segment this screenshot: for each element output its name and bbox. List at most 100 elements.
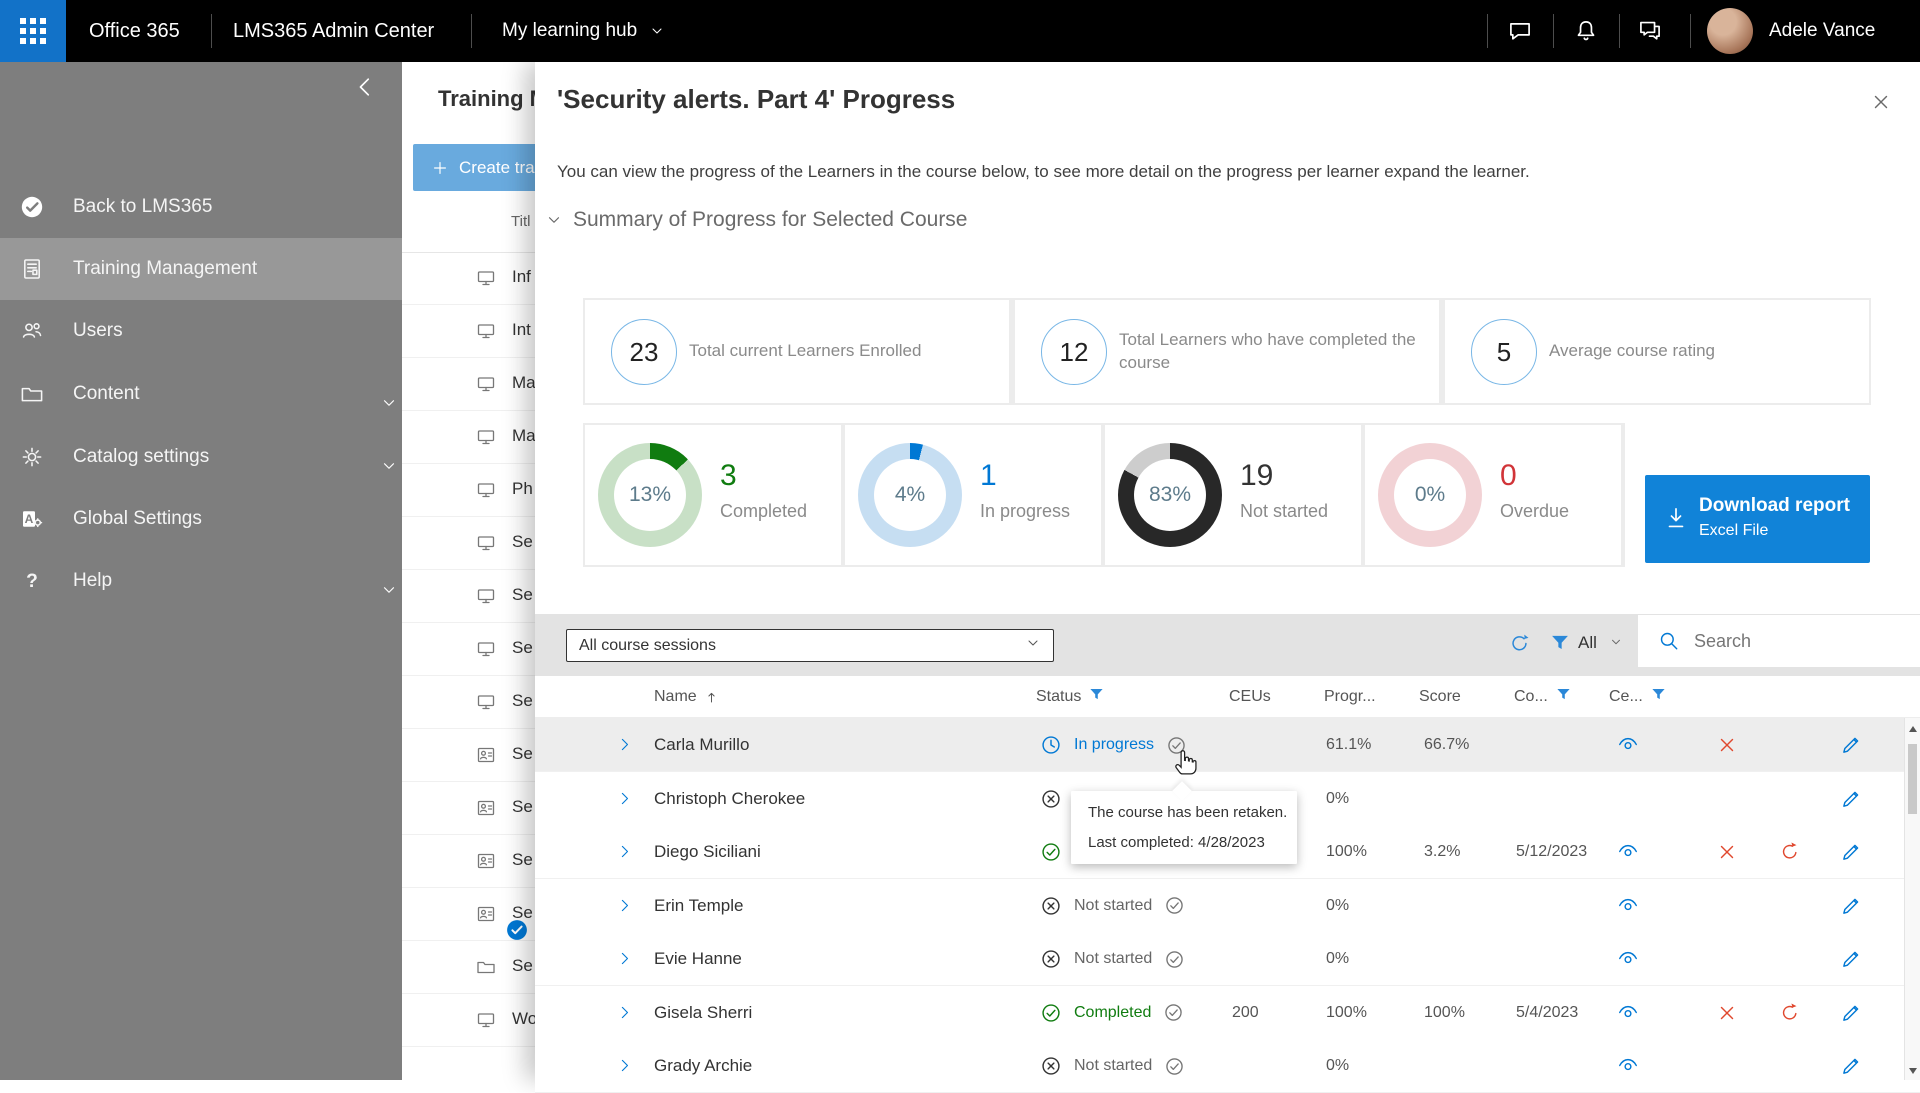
avatar[interactable] bbox=[1707, 8, 1753, 54]
learner-row[interactable]: Carla MurilloIn progress61.1%66.7% bbox=[535, 718, 1920, 772]
chevron-right-icon[interactable] bbox=[616, 897, 633, 914]
top-suite-bar: Office 365 LMS365 Admin Center My learni… bbox=[0, 0, 1920, 62]
sidebar-item-training-management[interactable]: Training Management bbox=[0, 238, 402, 300]
stat-circle: 23 bbox=[611, 319, 677, 385]
download-report-button[interactable]: Download report Excel File bbox=[1645, 475, 1870, 563]
check-circle-icon[interactable] bbox=[1164, 895, 1185, 916]
scrollbar[interactable] bbox=[1904, 718, 1920, 1080]
scroll-up-arrow[interactable] bbox=[1909, 726, 1917, 732]
admin-center-title[interactable]: LMS365 Admin Center bbox=[233, 0, 434, 62]
user-name[interactable]: Adele Vance bbox=[1769, 0, 1875, 62]
chevron-right-icon[interactable] bbox=[616, 950, 633, 967]
sidebar-item-label: Training Management bbox=[73, 258, 257, 280]
learner-row[interactable]: Grady ArchieNot started0% bbox=[535, 1039, 1920, 1093]
edit-button[interactable] bbox=[1840, 948, 1862, 975]
view-progress-button[interactable] bbox=[1617, 1002, 1639, 1029]
ceus-value: 200 bbox=[1232, 1004, 1259, 1022]
close-panel-button[interactable] bbox=[1863, 84, 1899, 120]
chevron-right-icon[interactable] bbox=[616, 1057, 633, 1074]
learner-name: Christoph Cherokee bbox=[654, 789, 805, 809]
column-header-co[interactable]: Co... bbox=[1514, 676, 1572, 718]
column-header-ceus[interactable]: CEUs bbox=[1229, 676, 1271, 718]
notifications-button[interactable] bbox=[1573, 0, 1599, 62]
column-header-status[interactable]: Status bbox=[1036, 676, 1105, 718]
sidebar-item-help[interactable]: ?Help bbox=[0, 550, 402, 612]
sidebar-item-back-to-lms365[interactable]: Back to LMS365 bbox=[0, 176, 402, 238]
check-circle-icon[interactable] bbox=[1164, 949, 1185, 970]
check-circle-icon[interactable] bbox=[1164, 1056, 1185, 1077]
chevron-right-icon[interactable] bbox=[616, 843, 633, 860]
sidebar-item-global-settings[interactable]: AGlobal Settings bbox=[0, 488, 402, 550]
search-input[interactable]: Search bbox=[1638, 615, 1920, 667]
view-progress-button[interactable] bbox=[1617, 841, 1639, 868]
x-circle-icon bbox=[1040, 788, 1062, 810]
remove-button[interactable] bbox=[1716, 734, 1738, 761]
brand-office365[interactable]: Office 365 bbox=[89, 0, 180, 62]
sidebar-item-label: Help bbox=[73, 570, 112, 592]
x-circle-icon bbox=[1040, 948, 1062, 970]
view-progress-button[interactable] bbox=[1617, 895, 1639, 922]
progress-value: 0% bbox=[1326, 1057, 1349, 1075]
status-text: Not started bbox=[1074, 1057, 1152, 1075]
chevron-right-icon[interactable] bbox=[616, 736, 633, 753]
column-header-title[interactable]: Titl bbox=[511, 213, 530, 230]
edit-button[interactable] bbox=[1840, 734, 1862, 761]
check-circle-icon[interactable] bbox=[1163, 1002, 1184, 1023]
view-progress-button[interactable] bbox=[1617, 734, 1639, 761]
funnel-icon[interactable] bbox=[1088, 686, 1105, 703]
chat-button[interactable] bbox=[1507, 0, 1533, 62]
edit-button[interactable] bbox=[1840, 841, 1862, 868]
stat-label: Total current Learners Enrolled bbox=[689, 300, 989, 403]
collapse-nav-button[interactable] bbox=[352, 74, 388, 110]
summary-section-toggle[interactable]: Summary of Progress for Selected Course bbox=[545, 208, 968, 232]
monitor-icon bbox=[476, 321, 496, 341]
learner-row[interactable]: Gisela SherriCompleted200100%100%5/4/202… bbox=[535, 986, 1920, 1040]
funnel-icon[interactable] bbox=[1650, 686, 1667, 703]
remove-button[interactable] bbox=[1716, 841, 1738, 868]
funnel-icon[interactable] bbox=[1555, 686, 1572, 703]
chevron-down-icon bbox=[1609, 635, 1623, 654]
donut-percent: 0% bbox=[1415, 483, 1445, 507]
edit-button[interactable] bbox=[1840, 788, 1862, 815]
column-header-name[interactable]: Name bbox=[654, 676, 719, 718]
feedback-button[interactable] bbox=[1637, 0, 1663, 62]
filter-all-dropdown[interactable]: All bbox=[1578, 633, 1597, 653]
edit-button[interactable] bbox=[1840, 895, 1862, 922]
retake-button[interactable] bbox=[1779, 841, 1801, 868]
sidebar-item-users[interactable]: Users bbox=[0, 300, 402, 362]
panel-title: 'Security alerts. Part 4' Progress bbox=[557, 84, 955, 115]
sidebar-item-catalog-settings[interactable]: Catalog settings bbox=[0, 426, 402, 488]
course-session-dropdown[interactable]: All course sessions bbox=[566, 629, 1054, 662]
view-progress-button[interactable] bbox=[1617, 1055, 1639, 1082]
x-circle-icon bbox=[1040, 1055, 1062, 1077]
training-title-fragment: Inf bbox=[512, 267, 531, 287]
donut-card-completed: 13%3Completed bbox=[585, 425, 841, 565]
topbar-divider bbox=[1619, 14, 1620, 48]
training-title-fragment: Ph bbox=[512, 479, 533, 499]
remove-button[interactable] bbox=[1716, 1002, 1738, 1029]
app-launcher-button[interactable] bbox=[0, 0, 66, 62]
chevron-right-icon[interactable] bbox=[616, 1004, 633, 1021]
sidebar-item-content[interactable]: Content bbox=[0, 363, 402, 425]
refresh-icon[interactable] bbox=[1508, 632, 1531, 660]
edit-button[interactable] bbox=[1840, 1055, 1862, 1082]
learner-row[interactable]: Erin TempleNot started0% bbox=[535, 879, 1920, 933]
filter-icon[interactable] bbox=[1549, 632, 1571, 659]
edit-button[interactable] bbox=[1840, 1002, 1862, 1029]
column-header-ce[interactable]: Ce... bbox=[1609, 676, 1667, 718]
donut-value: 0 bbox=[1500, 459, 1517, 493]
scroll-thumb[interactable] bbox=[1908, 744, 1917, 814]
column-header-progr[interactable]: Progr... bbox=[1324, 676, 1376, 718]
training-title-fragment: Int bbox=[512, 320, 531, 340]
chevron-right-icon[interactable] bbox=[616, 790, 633, 807]
learner-row[interactable]: Evie HanneNot started0% bbox=[535, 932, 1920, 986]
hub-selector[interactable]: My learning hub bbox=[502, 0, 665, 62]
column-header-score[interactable]: Score bbox=[1419, 676, 1461, 718]
stat-circle: 5 bbox=[1471, 319, 1537, 385]
view-progress-button[interactable] bbox=[1617, 948, 1639, 975]
scroll-down-arrow[interactable] bbox=[1909, 1068, 1917, 1074]
retake-button[interactable] bbox=[1779, 1002, 1801, 1029]
person-card-icon bbox=[476, 904, 496, 924]
status-cell: In progress bbox=[1040, 718, 1187, 772]
donut-value: 1 bbox=[980, 459, 997, 493]
